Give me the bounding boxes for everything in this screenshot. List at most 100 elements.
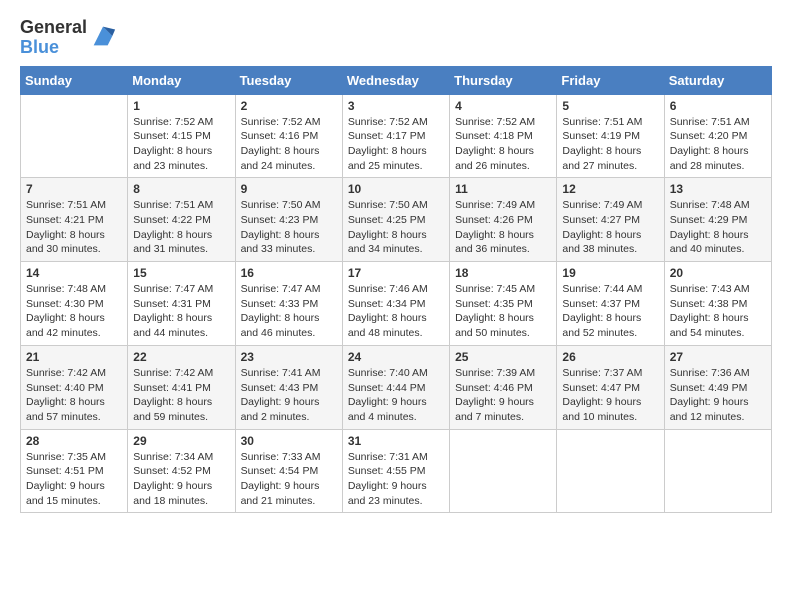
day-number: 29 bbox=[133, 434, 229, 448]
col-header-wednesday: Wednesday bbox=[342, 66, 449, 94]
day-cell: 18 Sunrise: 7:45 AMSunset: 4:35 PMDayligh… bbox=[450, 262, 557, 346]
day-number: 27 bbox=[670, 350, 766, 364]
page-header: GeneralBlue bbox=[20, 10, 772, 58]
week-row-5: 28Sunrise: 7:35 AMSunset: 4:51 PMDayligh… bbox=[21, 429, 772, 513]
logo-text: GeneralBlue bbox=[20, 18, 87, 58]
day-details: Sunrise: 7:51 AMSunset: 4:21 PMDaylight:… bbox=[26, 198, 122, 257]
col-header-sunday: Sunday bbox=[21, 66, 128, 94]
day-cell: 24 Sunrise: 7:40 AMSunset: 4:44 PMDayligh… bbox=[342, 345, 449, 429]
day-number: 6 bbox=[670, 99, 766, 113]
day-number: 4 bbox=[455, 99, 551, 113]
day-number: 13 bbox=[670, 182, 766, 196]
logo-icon bbox=[89, 22, 117, 50]
day-cell: 9 Sunrise: 7:50 AMSunset: 4:23 PMDaylight… bbox=[235, 178, 342, 262]
day-number: 11 bbox=[455, 182, 551, 196]
day-cell: 4 Sunrise: 7:52 AMSunset: 4:18 PMDaylight… bbox=[450, 94, 557, 178]
day-cell: 8Sunrise: 7:51 AMSunset: 4:22 PMDaylight… bbox=[128, 178, 235, 262]
day-cell: 30 Sunrise: 7:33 AMSunset: 4:54 PMDayligh… bbox=[235, 429, 342, 513]
day-cell: 27Sunrise: 7:36 AMSunset: 4:49 PMDayligh… bbox=[664, 345, 771, 429]
day-details: Sunrise: 7:49 AMSunset: 4:27 PMDaylight:… bbox=[562, 198, 658, 257]
day-number: 18 bbox=[455, 266, 551, 280]
day-details: Sunrise: 7:50 AMSunset: 4:23 PMDaylight:… bbox=[241, 198, 337, 257]
day-cell: 23 Sunrise: 7:41 AMSunset: 4:43 PMDayligh… bbox=[235, 345, 342, 429]
day-details: Sunrise: 7:37 AMSunset: 4:47 PMDaylight:… bbox=[562, 366, 658, 425]
day-details: Sunrise: 7:45 AMSunset: 4:35 PMDaylight:… bbox=[455, 282, 551, 341]
day-number: 26 bbox=[562, 350, 658, 364]
week-row-2: 7 Sunrise: 7:51 AMSunset: 4:21 PMDaylight… bbox=[21, 178, 772, 262]
week-row-3: 14 Sunrise: 7:48 AMSunset: 4:30 PMDayligh… bbox=[21, 262, 772, 346]
day-number: 30 bbox=[241, 434, 337, 448]
week-row-1: 1 Sunrise: 7:52 AMSunset: 4:15 PMDaylight… bbox=[21, 94, 772, 178]
day-details: Sunrise: 7:31 AMSunset: 4:55 PMDaylight:… bbox=[348, 450, 444, 509]
day-details: Sunrise: 7:51 AMSunset: 4:19 PMDaylight:… bbox=[562, 115, 658, 174]
day-cell bbox=[21, 94, 128, 178]
day-details: Sunrise: 7:33 AMSunset: 4:54 PMDaylight:… bbox=[241, 450, 337, 509]
day-details: Sunrise: 7:48 AMSunset: 4:29 PMDaylight:… bbox=[670, 198, 766, 257]
day-number: 12 bbox=[562, 182, 658, 196]
day-cell: 11 Sunrise: 7:49 AMSunset: 4:26 PMDayligh… bbox=[450, 178, 557, 262]
day-cell: 25 Sunrise: 7:39 AMSunset: 4:46 PMDayligh… bbox=[450, 345, 557, 429]
day-number: 7 bbox=[26, 182, 122, 196]
header-row: SundayMondayTuesdayWednesdayThursdayFrid… bbox=[21, 66, 772, 94]
day-number: 2 bbox=[241, 99, 337, 113]
day-number: 28 bbox=[26, 434, 122, 448]
day-number: 10 bbox=[348, 182, 444, 196]
day-details: Sunrise: 7:52 AMSunset: 4:15 PMDaylight:… bbox=[133, 115, 229, 174]
day-number: 24 bbox=[348, 350, 444, 364]
day-cell: 28Sunrise: 7:35 AMSunset: 4:51 PMDayligh… bbox=[21, 429, 128, 513]
day-details: Sunrise: 7:41 AMSunset: 4:43 PMDaylight:… bbox=[241, 366, 337, 425]
day-details: Sunrise: 7:52 AMSunset: 4:17 PMDaylight:… bbox=[348, 115, 444, 174]
day-number: 19 bbox=[562, 266, 658, 280]
day-number: 9 bbox=[241, 182, 337, 196]
calendar-table: SundayMondayTuesdayWednesdayThursdayFrid… bbox=[20, 66, 772, 514]
day-cell: 21Sunrise: 7:42 AMSunset: 4:40 PMDayligh… bbox=[21, 345, 128, 429]
day-cell: 15 Sunrise: 7:47 AMSunset: 4:31 PMDayligh… bbox=[128, 262, 235, 346]
col-header-saturday: Saturday bbox=[664, 66, 771, 94]
day-cell: 6 Sunrise: 7:51 AMSunset: 4:20 PMDaylight… bbox=[664, 94, 771, 178]
day-cell: 19Sunrise: 7:44 AMSunset: 4:37 PMDayligh… bbox=[557, 262, 664, 346]
day-details: Sunrise: 7:52 AMSunset: 4:18 PMDaylight:… bbox=[455, 115, 551, 174]
day-number: 16 bbox=[241, 266, 337, 280]
day-details: Sunrise: 7:43 AMSunset: 4:38 PMDaylight:… bbox=[670, 282, 766, 341]
col-header-friday: Friday bbox=[557, 66, 664, 94]
day-cell: 16Sunrise: 7:47 AMSunset: 4:33 PMDayligh… bbox=[235, 262, 342, 346]
day-number: 3 bbox=[348, 99, 444, 113]
day-number: 23 bbox=[241, 350, 337, 364]
col-header-monday: Monday bbox=[128, 66, 235, 94]
day-details: Sunrise: 7:48 AMSunset: 4:30 PMDaylight:… bbox=[26, 282, 122, 341]
day-details: Sunrise: 7:46 AMSunset: 4:34 PMDaylight:… bbox=[348, 282, 444, 341]
day-details: Sunrise: 7:52 AMSunset: 4:16 PMDaylight:… bbox=[241, 115, 337, 174]
day-cell bbox=[664, 429, 771, 513]
day-cell: 13 Sunrise: 7:48 AMSunset: 4:29 PMDayligh… bbox=[664, 178, 771, 262]
day-cell: 14 Sunrise: 7:48 AMSunset: 4:30 PMDayligh… bbox=[21, 262, 128, 346]
day-number: 15 bbox=[133, 266, 229, 280]
day-number: 22 bbox=[133, 350, 229, 364]
col-header-thursday: Thursday bbox=[450, 66, 557, 94]
day-details: Sunrise: 7:40 AMSunset: 4:44 PMDaylight:… bbox=[348, 366, 444, 425]
day-details: Sunrise: 7:51 AMSunset: 4:20 PMDaylight:… bbox=[670, 115, 766, 174]
day-cell: 10Sunrise: 7:50 AMSunset: 4:25 PMDayligh… bbox=[342, 178, 449, 262]
day-details: Sunrise: 7:34 AMSunset: 4:52 PMDaylight:… bbox=[133, 450, 229, 509]
day-number: 1 bbox=[133, 99, 229, 113]
logo-blue: Blue bbox=[20, 37, 59, 57]
day-cell: 20 Sunrise: 7:43 AMSunset: 4:38 PMDayligh… bbox=[664, 262, 771, 346]
day-cell: 31Sunrise: 7:31 AMSunset: 4:55 PMDayligh… bbox=[342, 429, 449, 513]
day-details: Sunrise: 7:47 AMSunset: 4:31 PMDaylight:… bbox=[133, 282, 229, 341]
week-row-4: 21Sunrise: 7:42 AMSunset: 4:40 PMDayligh… bbox=[21, 345, 772, 429]
day-cell: 2 Sunrise: 7:52 AMSunset: 4:16 PMDaylight… bbox=[235, 94, 342, 178]
day-number: 17 bbox=[348, 266, 444, 280]
day-details: Sunrise: 7:49 AMSunset: 4:26 PMDaylight:… bbox=[455, 198, 551, 257]
day-details: Sunrise: 7:51 AMSunset: 4:22 PMDaylight:… bbox=[133, 198, 229, 257]
logo: GeneralBlue bbox=[20, 18, 117, 58]
day-cell: 12 Sunrise: 7:49 AMSunset: 4:27 PMDayligh… bbox=[557, 178, 664, 262]
day-cell: 17 Sunrise: 7:46 AMSunset: 4:34 PMDayligh… bbox=[342, 262, 449, 346]
day-number: 5 bbox=[562, 99, 658, 113]
day-details: Sunrise: 7:39 AMSunset: 4:46 PMDaylight:… bbox=[455, 366, 551, 425]
day-cell: 29 Sunrise: 7:34 AMSunset: 4:52 PMDayligh… bbox=[128, 429, 235, 513]
day-number: 20 bbox=[670, 266, 766, 280]
day-number: 14 bbox=[26, 266, 122, 280]
day-number: 25 bbox=[455, 350, 551, 364]
day-details: Sunrise: 7:42 AMSunset: 4:40 PMDaylight:… bbox=[26, 366, 122, 425]
day-cell bbox=[557, 429, 664, 513]
day-cell: 1 Sunrise: 7:52 AMSunset: 4:15 PMDaylight… bbox=[128, 94, 235, 178]
